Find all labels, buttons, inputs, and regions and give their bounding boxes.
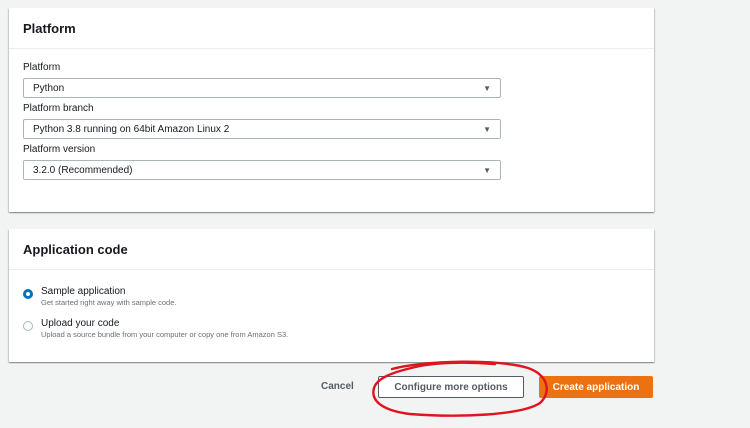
- sample-application-description: Get started right away with sample code.: [41, 298, 177, 307]
- upload-code-description: Upload a source bundle from your compute…: [41, 330, 289, 339]
- platform-panel: Platform Platform Python ▼ Platform bran…: [9, 8, 654, 212]
- platform-version-select[interactable]: 3.2.0 (Recommended) ▼: [23, 160, 501, 180]
- application-code-panel-body: Sample application Get started right awa…: [9, 270, 654, 340]
- upload-code-title: Upload your code: [41, 318, 120, 329]
- sample-application-text: Sample application Get started right awa…: [41, 286, 176, 308]
- platform-select-value: Python: [33, 82, 65, 94]
- sample-application-option[interactable]: Sample application Get started right awa…: [23, 286, 640, 308]
- application-code-panel-title: Application code: [9, 229, 654, 270]
- upload-code-text: Upload your code Upload a source bundle …: [41, 318, 288, 340]
- platform-label: Platform: [23, 62, 61, 73]
- platform-branch-select[interactable]: Python 3.8 running on 64bit Amazon Linux…: [23, 119, 501, 139]
- upload-code-option[interactable]: Upload your code Upload a source bundle …: [23, 318, 640, 340]
- cancel-button[interactable]: Cancel: [315, 376, 360, 398]
- platform-panel-body: Platform Python ▼ Platform branch Python…: [9, 49, 654, 180]
- platform-select[interactable]: Python ▼: [23, 78, 501, 98]
- platform-version-select-value: 3.2.0 (Recommended): [33, 164, 133, 176]
- configure-more-options-button[interactable]: Configure more options: [378, 376, 524, 398]
- platform-panel-title: Platform: [9, 8, 654, 49]
- platform-version-label: Platform version: [23, 144, 96, 155]
- radio-unselected-icon[interactable]: [23, 321, 33, 331]
- platform-branch-label: Platform branch: [23, 103, 94, 114]
- platform-branch-select-value: Python 3.8 running on 64bit Amazon Linux…: [33, 123, 230, 135]
- caret-down-icon: ▼: [483, 165, 491, 175]
- create-application-button[interactable]: Create application: [539, 376, 653, 398]
- form-actions: Cancel Configure more options Create app…: [0, 376, 750, 398]
- radio-selected-icon[interactable]: [23, 289, 33, 299]
- caret-down-icon: ▼: [483, 124, 491, 134]
- application-code-panel: Application code Sample application Get …: [9, 229, 654, 362]
- caret-down-icon: ▼: [483, 83, 491, 93]
- sample-application-title: Sample application: [41, 286, 126, 297]
